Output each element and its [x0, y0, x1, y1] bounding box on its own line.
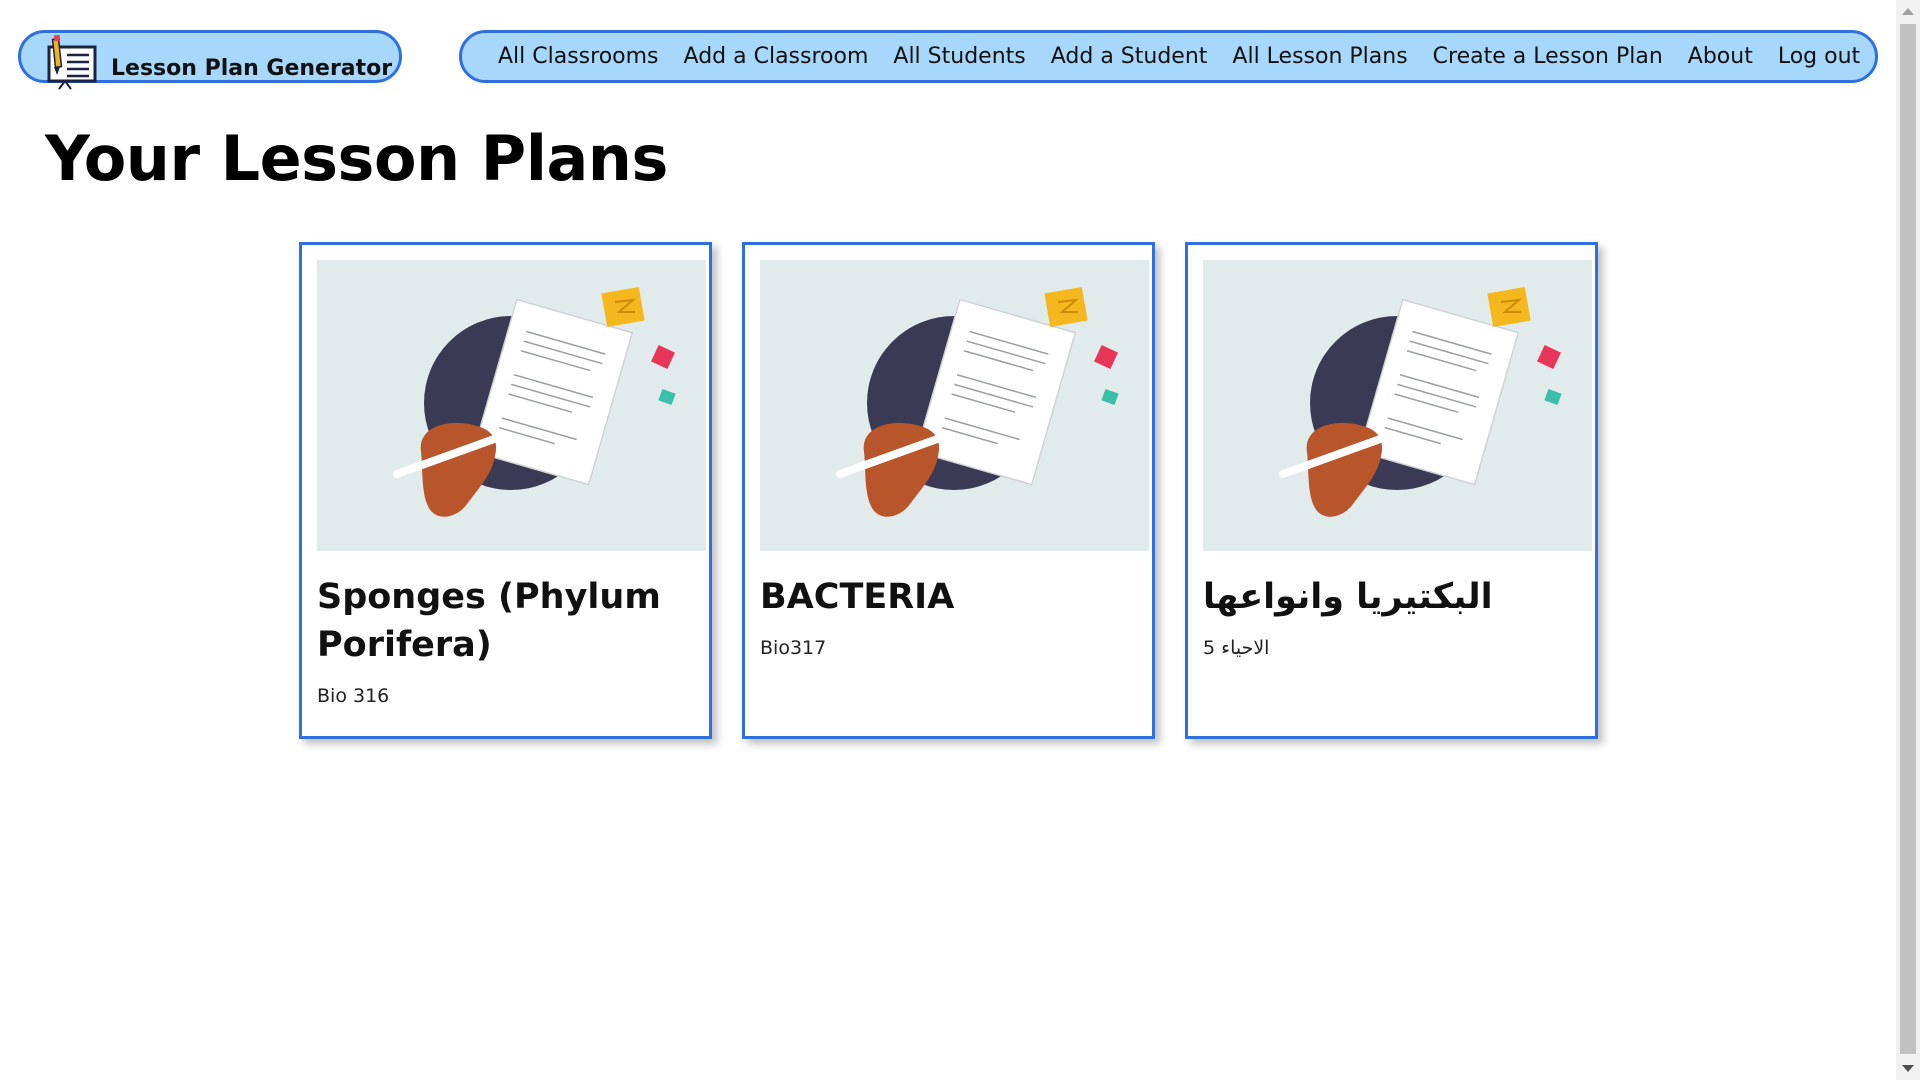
- nav-all-lesson-plans[interactable]: All Lesson Plans: [1232, 44, 1407, 69]
- scroll-down-arrow-icon[interactable]: [1902, 1065, 1914, 1072]
- lesson-plan-classroom: الاحياء 5: [1203, 637, 1270, 659]
- nav-add-student[interactable]: Add a Student: [1051, 44, 1208, 69]
- lesson-plan-card[interactable]: Sponges (Phylum Porifera) Bio 316: [299, 242, 712, 739]
- nav-add-classroom[interactable]: Add a Classroom: [684, 44, 869, 69]
- nav-create-lesson-plan[interactable]: Create a Lesson Plan: [1433, 44, 1663, 69]
- lesson-plan-illustration: [760, 260, 1149, 551]
- scrollbar-thumb[interactable]: [1900, 24, 1916, 1054]
- nav-about[interactable]: About: [1688, 44, 1753, 69]
- lesson-board-icon: [43, 33, 99, 93]
- scroll-up-arrow-icon[interactable]: [1902, 8, 1914, 15]
- lesson-plan-title: البكتيريا وانواعها: [1203, 577, 1493, 617]
- lesson-plan-list: Sponges (Phylum Porifera) Bio 316 BACTER…: [299, 242, 1598, 739]
- nav-all-students[interactable]: All Students: [893, 44, 1025, 69]
- lesson-plan-card[interactable]: BACTERIA Bio317: [742, 242, 1155, 739]
- lesson-plan-card[interactable]: البكتيريا وانواعها الاحياء 5: [1185, 242, 1598, 739]
- page-scrollbar[interactable]: [1896, 0, 1920, 1080]
- lesson-plan-title: Sponges (Phylum Porifera): [317, 577, 661, 665]
- lesson-plan-classroom: Bio317: [760, 637, 827, 659]
- lesson-plan-illustration: [317, 260, 706, 551]
- lesson-plan-illustration: [1203, 260, 1592, 551]
- brand-title: Lesson Plan Generator: [111, 56, 393, 81]
- lesson-plan-title: BACTERIA: [760, 577, 955, 617]
- lesson-plan-classroom: Bio 316: [317, 685, 390, 707]
- brand-home-link[interactable]: Lesson Plan Generator: [18, 30, 402, 90]
- page-title: Your Lesson Plans: [45, 122, 668, 195]
- main-nav: All Classrooms Add a Classroom All Stude…: [459, 30, 1878, 83]
- nav-all-classrooms[interactable]: All Classrooms: [498, 44, 659, 69]
- nav-log-out[interactable]: Log out: [1778, 44, 1860, 69]
